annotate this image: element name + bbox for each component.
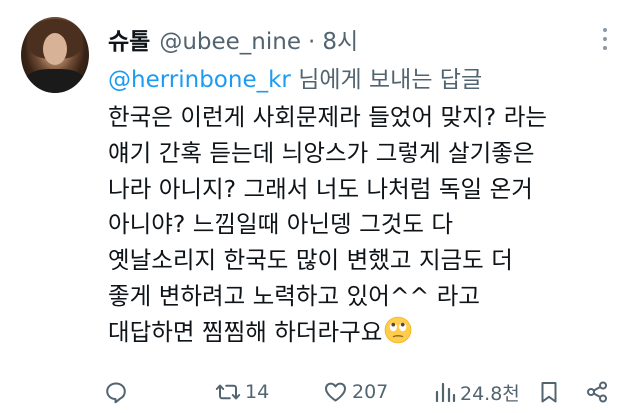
avatar-face	[43, 33, 67, 65]
more-dot	[603, 46, 607, 50]
views-button[interactable]: 24.8천	[434, 375, 520, 409]
tweet-text-last-line: 대답하면 찜찜해 하더라구요	[108, 315, 628, 351]
reply-to-line: @herrinbone_kr 님에게 보내는 답글	[108, 60, 482, 94]
reply-to-mention[interactable]: @herrinbone_kr	[108, 67, 291, 93]
face-with-rolling-eyes-icon	[384, 316, 412, 355]
handle-and-time: @ubee_nine · 8시	[159, 22, 358, 56]
reply-to-suffix: 님에게 보내는 답글	[290, 67, 483, 93]
tweet-text-line: 얘기 간혹 듣는데 늬앙스가 그렇게 살기좋은	[108, 138, 535, 167]
display-name[interactable]: 슈톨	[108, 22, 150, 56]
bookmark-icon	[539, 380, 559, 404]
retweet-icon	[215, 380, 241, 404]
more-options-icon[interactable]	[595, 28, 615, 50]
like-count: 207	[352, 381, 389, 403]
tweet-time[interactable]: 8시	[322, 29, 358, 55]
tweet-text-line: 좋게 변하려고 노력하고 있어^^ 라고	[108, 281, 480, 310]
tweet-text: 한국은 이런게 사회문제라 들었어 맞지? 라는 얘기 간혹 듣는데 늬앙스가 …	[108, 100, 628, 351]
tweet-header: 슈톨 @ubee_nine · 8시	[108, 22, 358, 55]
separator-dot: ·	[308, 29, 316, 55]
tweet[interactable]: 슈톨 @ubee_nine · 8시 @herrinbone_kr 님에게 보내는 …	[0, 0, 640, 413]
retweet-button[interactable]: 14	[215, 375, 269, 409]
views-count: 24.8천	[460, 382, 520, 405]
like-button[interactable]: 207	[323, 375, 388, 409]
share-icon	[585, 380, 609, 404]
reply-button[interactable]	[104, 375, 128, 409]
heart-icon	[323, 380, 348, 404]
reply-icon	[104, 380, 128, 404]
views-icon	[434, 380, 456, 404]
avatar-robe	[25, 69, 85, 93]
tweet-text-line: 옛날소리지 한국도 많이 변했고 지금도 더	[108, 246, 513, 275]
tweet-text-line: 아니야? 느낌일때 아닌뎅 그것도 다	[108, 210, 454, 239]
more-dot	[603, 37, 607, 41]
avatar[interactable]	[21, 17, 89, 93]
tweet-text-line: 한국은 이런게 사회문제라 들었어 맞지? 라는	[108, 103, 547, 131]
tweet-text-line: 대답하면 찜찜해 하더라구요	[108, 317, 383, 346]
user-handle[interactable]: @ubee_nine	[159, 29, 301, 55]
share-button[interactable]	[585, 375, 609, 409]
retweet-count: 14	[245, 381, 270, 403]
tweet-text-line: 나라 아니지? 그래서 너도 나처럼 독일 온거	[108, 174, 533, 203]
bookmark-button[interactable]	[539, 375, 559, 409]
more-dot	[603, 28, 607, 32]
action-bar: 14 207 24.8천	[0, 375, 640, 409]
